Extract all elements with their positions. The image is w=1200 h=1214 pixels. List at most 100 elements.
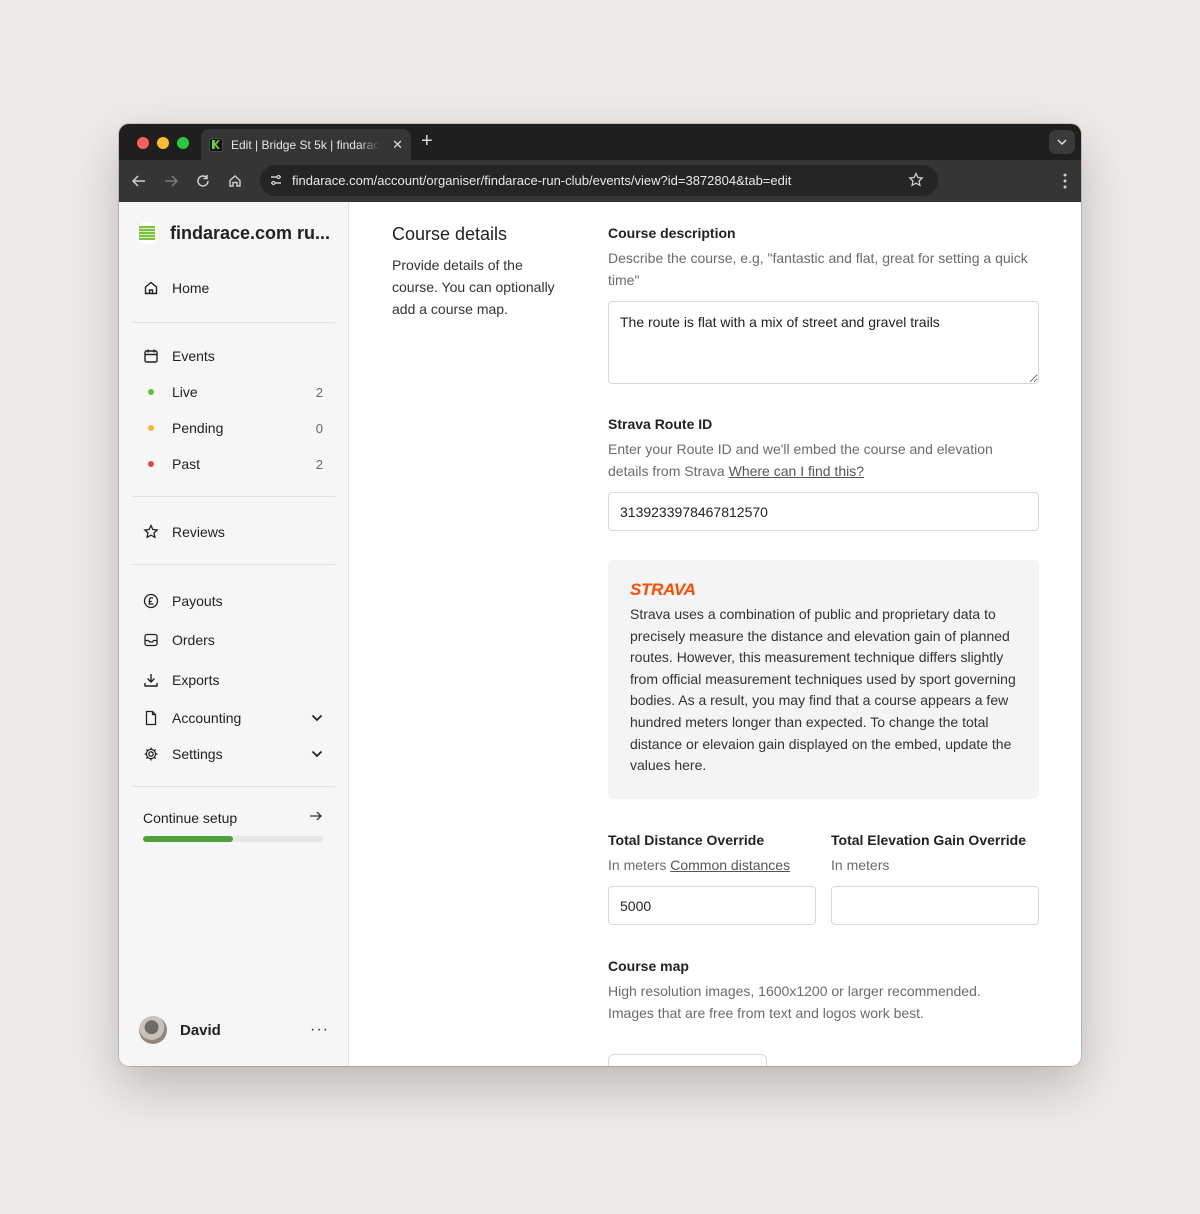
inbox-icon (143, 632, 159, 648)
setup-progress-fill (143, 836, 233, 842)
sidebar-item-exports[interactable]: Exports (143, 669, 323, 691)
sidebar-item-label: Home (172, 280, 210, 296)
where-find-link[interactable]: Where can I find this? (729, 463, 864, 479)
sidebar-item-reviews[interactable]: Reviews (143, 521, 323, 543)
common-distances-link[interactable]: Common distances (670, 857, 790, 873)
course-map-label: Course map (608, 958, 689, 974)
elevation-override-help: In meters (831, 857, 890, 873)
divider (131, 496, 335, 497)
browser-toolbar: findarace.com/account/organiser/findarac… (119, 160, 1081, 202)
more-options-icon[interactable]: ··· (310, 1021, 329, 1039)
tab-close-icon[interactable]: ✕ (392, 137, 403, 153)
setup-progress-bar (143, 836, 323, 842)
upload-map-button[interactable] (608, 1054, 767, 1066)
minimize-window-button[interactable] (157, 137, 169, 149)
distance-override-help: In meters Common distances (608, 854, 790, 876)
continue-setup-label: Continue setup (143, 810, 238, 826)
sidebar-item-label: Settings (172, 746, 223, 762)
divider (131, 322, 335, 323)
strava-info-box: STRAVA Strava uses a combination of publ… (608, 560, 1039, 799)
url-text[interactable]: findarace.com/account/organiser/findarac… (292, 173, 791, 188)
back-button[interactable] (130, 172, 148, 190)
favicon-icon (209, 137, 223, 152)
browser-window: Edit | Bridge St 5k | findarace.com ✕ + … (119, 124, 1081, 1066)
avatar (139, 1016, 167, 1044)
sidebar-item-label: Reviews (172, 524, 225, 540)
site-info-icon[interactable] (268, 172, 284, 188)
gear-icon (143, 746, 159, 762)
reload-button[interactable] (194, 172, 212, 190)
sidebar-item-label: Orders (172, 632, 215, 648)
course-description-help: Describe the course, e.g, "fantastic and… (608, 250, 1028, 288)
browser-tab[interactable]: Edit | Bridge St 5k | findarace.com ✕ (201, 129, 411, 160)
star-icon (143, 524, 159, 540)
continue-setup[interactable]: Continue setup (143, 810, 323, 842)
course-map-help: High resolution images, 1600x1200 or lar… (608, 983, 981, 1021)
sidebar-item-home[interactable]: Home (143, 277, 323, 299)
home-icon (229, 175, 241, 187)
forward-button[interactable] (162, 172, 180, 190)
sidebar-item-label: Events (172, 348, 215, 364)
tab-title: Edit | Bridge St 5k | findarace.com (231, 137, 381, 152)
chevron-down-icon[interactable] (311, 714, 323, 722)
course-description-input[interactable]: The route is flat with a mix of street a… (608, 301, 1039, 384)
main-content: Course details Provide details of the co… (350, 202, 1081, 1066)
distance-help-text: In meters (608, 857, 667, 873)
brand[interactable]: findarace.com ru... (136, 222, 330, 244)
sidebar: findarace.com ru... Home Events Live 2 P… (119, 202, 349, 1066)
pound-coin-icon (143, 593, 159, 609)
strava-route-help: Enter your Route ID and we'll embed the … (608, 438, 1028, 482)
chevron-down-icon[interactable] (311, 750, 323, 758)
strava-route-label: Strava Route ID (608, 416, 713, 432)
close-window-button[interactable] (137, 137, 149, 149)
sidebar-item-pending[interactable]: Pending 0 (143, 417, 323, 439)
arrow-left-icon (132, 175, 145, 187)
distance-override-label: Total Distance Override (608, 832, 765, 848)
sidebar-item-payouts[interactable]: Payouts (143, 590, 323, 612)
strava-info-text: Strava uses a combination of public and … (630, 606, 1016, 774)
strava-route-input[interactable] (608, 492, 1039, 531)
sidebar-item-label: Accounting (172, 710, 242, 726)
divider (131, 786, 335, 787)
status-dot-icon (143, 384, 159, 400)
chevron-down-icon (1057, 139, 1067, 145)
distance-override-input[interactable] (608, 886, 816, 925)
sidebar-item-settings[interactable]: Settings (143, 743, 323, 765)
sidebar-item-orders[interactable]: Orders (143, 629, 323, 651)
status-dot-icon (143, 456, 159, 472)
status-dot-icon (143, 420, 159, 436)
brand-logo (136, 222, 158, 244)
tab-search-button[interactable] (1049, 130, 1075, 154)
user-name: David (180, 1021, 221, 1039)
new-tab-button[interactable]: + (421, 130, 433, 153)
sidebar-item-label: Live (172, 384, 198, 400)
past-count: 2 (315, 456, 323, 472)
sidebar-item-events[interactable]: Events (143, 345, 323, 367)
brand-name: findarace.com ru... (170, 222, 331, 243)
home-button[interactable] (226, 172, 244, 190)
section-title: Course details (392, 224, 508, 244)
maximize-window-button[interactable] (177, 137, 189, 149)
sidebar-item-label: Payouts (172, 593, 223, 609)
arrow-right-icon (310, 811, 322, 821)
live-count: 2 (315, 384, 323, 400)
tab-bar: Edit | Bridge St 5k | findarace.com ✕ + (119, 124, 1081, 160)
document-icon (143, 710, 159, 726)
sidebar-item-past[interactable]: Past 2 (143, 453, 323, 475)
arrow-right-icon (165, 175, 178, 187)
sidebar-item-live[interactable]: Live 2 (143, 381, 323, 403)
user-menu[interactable]: David ··· (139, 1016, 329, 1044)
strava-logo: STRAVA (630, 580, 696, 599)
course-description-label: Course description (608, 225, 736, 241)
home-icon (143, 280, 159, 296)
sidebar-item-label: Exports (172, 672, 220, 688)
download-icon (143, 672, 159, 688)
address-bar[interactable]: findarace.com/account/organiser/findarac… (260, 165, 938, 196)
sidebar-item-label: Pending (172, 420, 224, 436)
reload-icon (197, 175, 209, 187)
elevation-override-input[interactable] (831, 886, 1039, 925)
bookmark-star-icon[interactable] (908, 172, 924, 188)
elevation-override-label: Total Elevation Gain Override (831, 832, 1027, 848)
sidebar-item-accounting[interactable]: Accounting (143, 707, 323, 729)
browser-menu-icon[interactable] (1063, 173, 1067, 189)
